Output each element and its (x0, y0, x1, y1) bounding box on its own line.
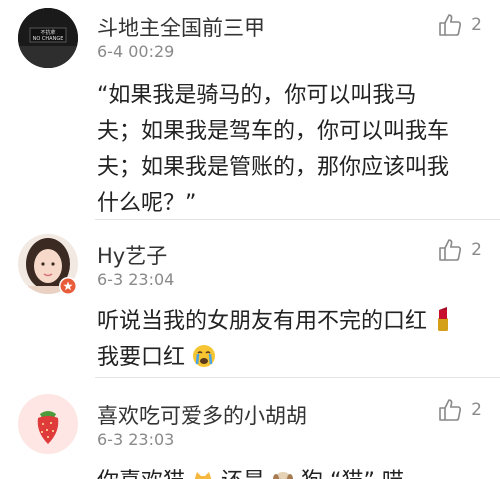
comment-text: 你喜欢猫 还是 狗 “猫” 喵~ (97, 464, 487, 479)
comment-text: 听说当我的女朋友有用不完的口红 我要口红 (97, 304, 487, 376)
like-button[interactable]: 2 (422, 10, 482, 40)
comment-line-text: 还是 (221, 469, 265, 479)
avatar-image (18, 394, 78, 454)
svg-text:不抗拿: 不抗拿 (40, 29, 55, 36)
dog-emoji (273, 472, 294, 479)
comment-line-text: 你喜欢猫 (97, 469, 185, 479)
cat-emoji (194, 472, 212, 479)
avatar[interactable] (18, 394, 78, 454)
like-count: 2 (471, 400, 482, 420)
username[interactable]: 斗地主全国前三甲 (97, 12, 265, 42)
verified-badge-icon (59, 277, 77, 295)
comment-item: Hy艺子 6-3 23:04 2 听说当我的女朋友有用不完的口红 我要口红 (0, 220, 500, 378)
lipstick-emoji (438, 307, 449, 331)
comment-line: 夫；如果我是管账的，那你应该叫我 (97, 155, 450, 180)
comment-line: 什么呢？” (97, 191, 197, 216)
comment-line: 我要口红 (97, 340, 487, 376)
comment-line-text: 听说当我的女朋友有用不完的口红 (97, 309, 428, 334)
comment-line: 听说当我的女朋友有用不完的口红 (97, 304, 487, 340)
avatar-image: 不抗拿 NO CHANGE (18, 8, 78, 68)
crying-face-emoji (193, 345, 216, 367)
comment-line-text: 狗 (301, 469, 323, 479)
timestamp: 6-3 23:04 (97, 270, 175, 289)
thumbs-up-icon (439, 14, 462, 36)
comment-line-text: “猫” (330, 469, 375, 479)
thumbs-up-icon (439, 399, 462, 421)
like-button[interactable]: 2 (422, 235, 482, 265)
username[interactable]: Hy艺子 (97, 240, 167, 270)
comment-line: 你喜欢猫 还是 狗 “猫” 喵~ (97, 464, 487, 479)
comment-list: 不抗拿 NO CHANGE 斗地主全国前三甲 6-4 00:29 2 “如果我是… (0, 0, 500, 479)
comment-item: 喜欢吃可爱多的小胡胡 6-3 23:03 2 你喜欢猫 还是 (0, 378, 500, 479)
comment-item: 不抗拿 NO CHANGE 斗地主全国前三甲 6-4 00:29 2 “如果我是… (0, 0, 500, 220)
comment-line: “如果我是骑马的，你可以叫我马 (97, 83, 417, 108)
username[interactable]: 喜欢吃可爱多的小胡胡 (97, 400, 307, 430)
like-count: 2 (471, 240, 482, 260)
comment-line: 夫；如果我是驾车的，你可以叫我车 (97, 119, 450, 144)
avatar[interactable]: 不抗拿 NO CHANGE (18, 8, 78, 68)
comment-text: “如果我是骑马的，你可以叫我马 夫；如果我是驾车的，你可以叫我车 夫；如果我是管… (97, 78, 487, 222)
timestamp: 6-3 23:03 (97, 430, 175, 449)
like-count: 2 (471, 15, 482, 35)
comment-line-text: 喵~ (382, 469, 422, 479)
like-button[interactable]: 2 (422, 395, 482, 425)
svg-text:NO CHANGE: NO CHANGE (33, 36, 64, 42)
timestamp: 6-4 00:29 (97, 42, 175, 61)
comment-line-text: 我要口红 (97, 345, 186, 370)
thumbs-up-icon (439, 239, 462, 261)
